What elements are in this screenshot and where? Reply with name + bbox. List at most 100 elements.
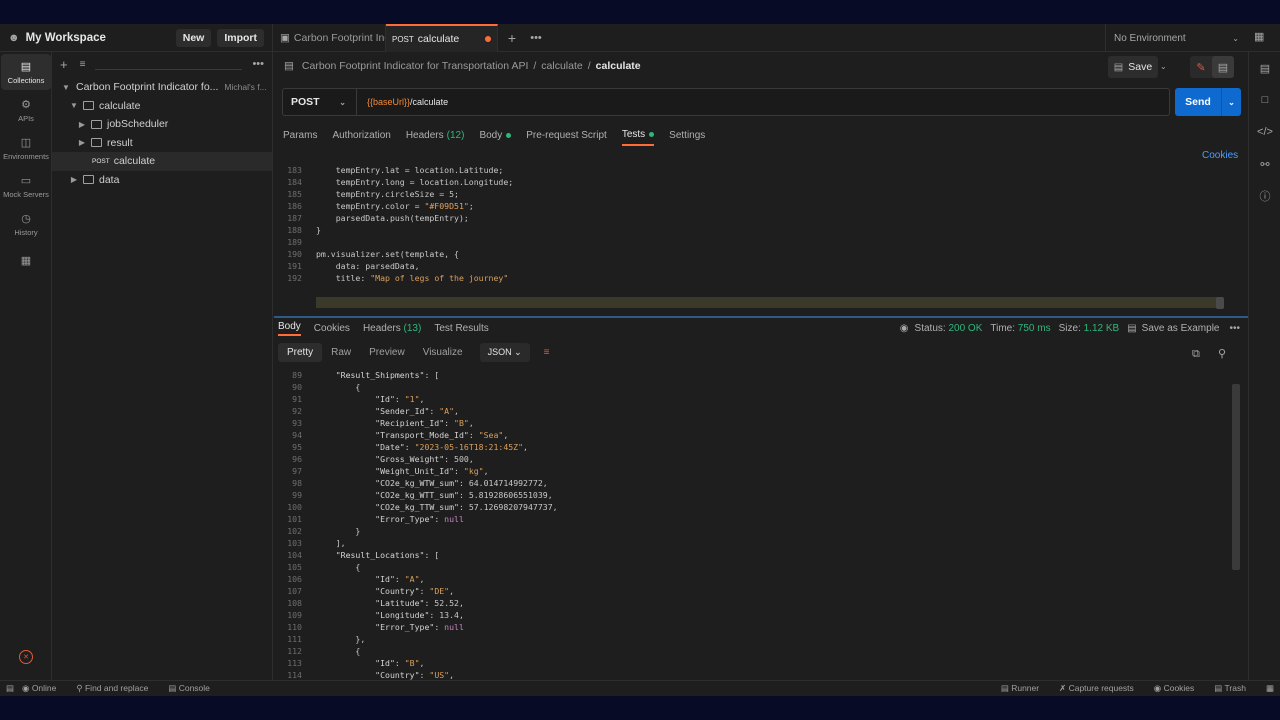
tab-calculate[interactable]: POST calculate — [386, 24, 498, 52]
workspace-name[interactable]: My Workspace — [26, 32, 106, 44]
response-body[interactable]: 89 "Result_Shipments": [90 {91 "Id": "1"… — [274, 369, 1234, 686]
online-status[interactable]: ◉ Online — [22, 683, 66, 694]
line-text: "Gross_Weight": 500, — [375, 454, 474, 464]
response-tab-cookies[interactable]: Cookies — [314, 323, 350, 334]
more-options-icon[interactable]: ••• — [252, 58, 264, 70]
trash-button[interactable]: ▤ Trash — [1214, 683, 1256, 694]
rail-environments[interactable]: ◫ Environments — [1, 130, 51, 166]
comments-icon[interactable]: □ — [1249, 84, 1280, 116]
tab-params[interactable]: Params — [283, 124, 317, 146]
history-icon: ◷ — [21, 212, 31, 225]
tests-script-editor[interactable]: 183 tempEntry.lat = location.Latitude; 18… — [274, 164, 1226, 286]
line-text: "Weight_Unit_Id": "kg", — [375, 466, 489, 476]
send-button[interactable]: Send ⌄ — [1175, 88, 1241, 116]
more-tabs-icon[interactable]: ••• — [526, 24, 546, 52]
tree-folder-result[interactable]: ▶ result — [52, 134, 272, 153]
line-number: 110 — [287, 622, 302, 632]
size-value[interactable]: 1.12 KB — [1084, 323, 1120, 334]
save-as-example-button[interactable]: Save as Example — [1142, 323, 1220, 334]
tree-folder-jobscheduler[interactable]: ▶ jobScheduler — [52, 115, 272, 134]
save-button[interactable]: ▤ Save — [1108, 56, 1158, 78]
find-replace-button[interactable]: ⚲ Find and replace — [76, 683, 158, 694]
url-input[interactable]: {{baseUrl}}/calculate — [357, 97, 448, 107]
line-text: tempEntry.color = "#F09D51"; — [316, 201, 474, 211]
view-pretty[interactable]: Pretty — [278, 343, 323, 362]
wrap-lines-icon[interactable]: ≡ — [544, 347, 550, 358]
tree-request-calculate[interactable]: POST calculate — [52, 152, 272, 171]
status-label: Status: — [914, 322, 946, 334]
chevron-right-icon: ▶ — [78, 138, 86, 148]
view-preview[interactable]: Preview — [360, 343, 414, 362]
rail-apis[interactable]: ⚙ APIs — [1, 92, 51, 128]
add-collection-icon[interactable]: + — [60, 57, 68, 72]
time-value[interactable]: 750 ms — [1018, 323, 1051, 334]
folder-icon — [83, 101, 94, 111]
editor-scrollbar[interactable] — [1216, 297, 1224, 309]
tab-authorization[interactable]: Authorization — [332, 124, 390, 146]
edit-icon[interactable]: ✎ — [1190, 56, 1212, 78]
save-icon: ▤ — [1127, 322, 1137, 334]
rail-mock-servers[interactable]: ▭ Mock Servers — [1, 168, 51, 204]
environment-quicklook-icon[interactable]: ▦ — [1254, 30, 1264, 43]
response-tab-tests[interactable]: Test Results — [434, 323, 488, 334]
view-visualize[interactable]: Visualize — [414, 343, 472, 362]
line-text: { — [316, 562, 361, 572]
format-select[interactable]: JSON ⌄ — [479, 343, 530, 362]
right-rail: ▤ □ </> ⚯ ⓘ — [1248, 52, 1280, 686]
tab-prerequest[interactable]: Pre-request Script — [526, 124, 607, 146]
method-select[interactable]: POST ⌄ — [283, 89, 357, 115]
environment-selector[interactable]: No Environment ⌄ — [1105, 24, 1247, 52]
save-icon: ▤ — [1113, 61, 1124, 73]
breadcrumb-collection[interactable]: Carbon Footprint Indicator for Transport… — [302, 60, 528, 72]
tab-body[interactable]: Body — [479, 124, 512, 146]
capture-requests-button[interactable]: ✗ Capture requests — [1059, 683, 1144, 694]
collection-row[interactable]: ▼ Carbon Footprint Indicator fo... Micha… — [52, 78, 272, 97]
sidebar-search-input[interactable] — [95, 58, 243, 70]
tree-folder-data[interactable]: ▶ data — [52, 171, 272, 190]
response-tab-body[interactable]: Body — [278, 321, 301, 336]
code-icon[interactable]: </> — [1249, 116, 1280, 148]
rail-collections[interactable]: ▤ Collections — [1, 54, 51, 90]
chevron-down-icon: ⌄ — [339, 97, 346, 107]
docs-icon[interactable]: ▤ — [1212, 56, 1234, 78]
search-icon[interactable]: ⚲ — [1218, 347, 1226, 360]
postman-logo-icon[interactable]: ✕ — [19, 650, 33, 664]
save-options-icon[interactable]: ⌄ — [1160, 62, 1167, 71]
tab-settings[interactable]: Settings — [669, 124, 705, 146]
code-line: 107 "Country": "DE", — [274, 585, 1234, 597]
tab-headers[interactable]: Headers (12) — [406, 124, 465, 146]
more-options-icon[interactable]: ••• — [1229, 323, 1240, 334]
cookies-link[interactable]: Cookies — [1202, 150, 1238, 161]
documentation-icon[interactable]: ▤ — [1249, 52, 1280, 84]
copy-icon[interactable]: ⧉ — [1192, 348, 1200, 361]
info-icon[interactable]: ⓘ — [1249, 180, 1280, 212]
breadcrumb-current[interactable]: calculate — [596, 60, 641, 72]
response-tab-headers[interactable]: Headers (13) — [363, 323, 421, 334]
console-button[interactable]: ▤ Console — [168, 683, 220, 694]
runner-button[interactable]: ▤ Runner — [1001, 683, 1049, 694]
related-collections-icon[interactable]: ⚯ — [1249, 148, 1280, 180]
new-button[interactable]: New — [175, 29, 212, 47]
response-scrollbar[interactable] — [1232, 384, 1240, 570]
layout-icon[interactable]: ▦ — [1266, 683, 1274, 694]
filter-icon[interactable]: ≡ — [80, 59, 86, 70]
status-value[interactable]: 200 OK — [948, 323, 982, 334]
tab-collection[interactable]: ▣ Carbon Footprint Indicato — [274, 24, 386, 52]
code-line: 93 "Recipient_Id": "B", — [274, 417, 1234, 429]
view-raw[interactable]: Raw — [322, 343, 360, 362]
rail-history[interactable]: ◷ History — [1, 206, 51, 242]
sidebar-toggle-icon[interactable]: ▤ — [6, 683, 14, 694]
line-text: "Latitude": 52.52, — [375, 598, 464, 608]
tree-folder-calculate[interactable]: ▼ calculate — [52, 97, 272, 116]
add-tab-icon[interactable]: + — [498, 24, 526, 52]
breadcrumb-folder[interactable]: calculate — [541, 60, 582, 72]
environment-label: No Environment — [1114, 32, 1186, 44]
tab-tests[interactable]: Tests — [621, 124, 655, 146]
cookies-button[interactable]: ◉ Cookies — [1154, 683, 1205, 694]
code-line: 186 tempEntry.color = "#F09D51"; — [274, 200, 1226, 212]
line-number: 191 — [287, 261, 302, 271]
import-button[interactable]: Import — [217, 29, 264, 47]
rail-configure[interactable]: ▦ — [1, 244, 51, 280]
code-line: 100 "CO2e_kg_TTW_sum": 57.12698207947737… — [274, 501, 1234, 513]
tree-label: calculate — [113, 155, 156, 168]
